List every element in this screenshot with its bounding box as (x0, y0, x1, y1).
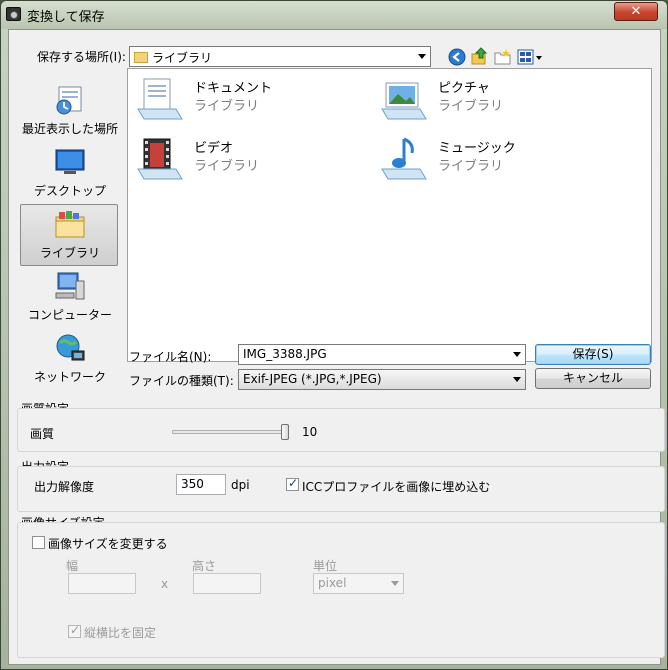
quality-slider-thumb[interactable] (281, 424, 289, 440)
cancel-button[interactable]: キャンセル (535, 368, 651, 389)
library-name: ピクチャ (438, 81, 490, 96)
resize-group: 画像サイズを変更する 幅 高さ 単位 x pixel 縦横比を固定 (17, 522, 665, 658)
save-location-value: ライブラリ (152, 51, 213, 65)
width-label: 幅 (66, 559, 79, 573)
height-input[interactable] (193, 573, 261, 594)
unit-value: pixel (318, 576, 347, 590)
view-menu-icon[interactable] (517, 48, 545, 66)
libraries-icon (55, 211, 85, 238)
place-label: ネットワーク (33, 370, 106, 384)
quality-value: 10 (302, 425, 318, 439)
place-label: コンピューター (27, 308, 112, 322)
network-icon (56, 334, 85, 361)
close-button[interactable]: ✕ (614, 2, 658, 21)
folder-icon (134, 52, 148, 63)
times-symbol: x (161, 577, 169, 591)
resize-checkbox[interactable] (32, 536, 45, 549)
width-input[interactable] (68, 573, 136, 594)
library-type: ライブラリ (194, 159, 260, 174)
save-button[interactable]: 保存(S) (535, 344, 651, 365)
window-title: 変換して保存 (27, 10, 105, 25)
chevron-down-icon (391, 581, 399, 586)
place-label: ライブラリ (39, 246, 100, 260)
music-library-icon (381, 137, 427, 180)
unit-label: 単位 (313, 559, 338, 573)
filetype-label: ファイルの種類(T): (129, 374, 234, 388)
save-dialog-window: 変換して保存 ✕ 保存する場所(I): ライブラリ 最近表示した場所 デスクトッ… (0, 0, 668, 670)
library-name: ミュージック (438, 141, 516, 156)
place-computer[interactable]: コンピューター (20, 266, 118, 328)
resize-checkbox-label: 画像サイズを変更する (48, 537, 168, 551)
filetype-value: Exif-JPEG (*.JPG,*.JPEG) (243, 372, 382, 386)
place-recent[interactable]: 最近表示した場所 (20, 80, 118, 142)
places-bar: 最近表示した場所 デスクトップ ライブラリ コンピューター ネットワーク (18, 68, 122, 388)
pictures-library-icon (381, 82, 427, 120)
icc-checkbox[interactable] (286, 476, 299, 491)
library-type: ライブラリ (438, 159, 504, 174)
library-type: ライブラリ (438, 99, 504, 114)
documents-library-icon (137, 78, 183, 120)
save-location-combo[interactable]: ライブラリ (129, 46, 431, 67)
library-type: ライブラリ (194, 99, 260, 114)
aspect-ratio-checkbox[interactable] (68, 623, 81, 638)
place-network[interactable]: ネットワーク (20, 328, 118, 390)
quality-group: 画質 10 (17, 408, 665, 452)
recent-places-icon (56, 86, 82, 115)
save-location-label: 保存する場所(I): (37, 50, 126, 64)
library-name: ドキュメント (194, 81, 273, 96)
place-label: デスクトップ (33, 184, 106, 198)
place-label: 最近表示した場所 (21, 122, 118, 136)
filename-input[interactable]: IMG_3388.JPG (238, 344, 526, 365)
back-icon[interactable] (448, 48, 466, 66)
resolution-label: 出力解像度 (34, 480, 95, 494)
filetype-select[interactable]: Exif-JPEG (*.JPG,*.JPEG) (238, 369, 526, 390)
videos-library-icon (137, 138, 183, 180)
filename-value: IMG_3388.JPG (243, 347, 327, 361)
height-label: 高さ (192, 559, 217, 573)
unit-select[interactable]: pixel (313, 573, 404, 594)
resolution-unit: dpi (231, 478, 250, 492)
dialog-client-area: 保存する場所(I): ライブラリ 最近表示した場所 デスクトップ ライブラリ コ… (8, 29, 665, 665)
aspect-ratio-label: 縦横比を固定 (84, 626, 157, 640)
up-folder-icon[interactable] (471, 47, 489, 65)
filename-label: ファイル名(N): (129, 350, 212, 364)
quality-label: 画質 (30, 427, 55, 441)
list-item[interactable]: ビデオ ライブラリ (136, 135, 356, 187)
icc-label: ICCプロファイルを画像に埋め込む (302, 480, 491, 494)
new-folder-icon[interactable] (494, 48, 512, 66)
place-libraries[interactable]: ライブラリ (20, 204, 118, 266)
file-list[interactable]: ドキュメント ライブラリ ピクチャ ライブラリ ビデオ ライブラリ ミュージック… (127, 68, 652, 362)
output-group: 出力解像度 350 dpi ICCプロファイルを画像に埋め込む (17, 466, 665, 512)
desktop-icon (55, 149, 85, 174)
list-item[interactable]: ドキュメント ライブラリ (136, 75, 356, 127)
camera-app-icon (6, 7, 21, 21)
resolution-input[interactable]: 350 (176, 474, 226, 495)
list-item[interactable]: ピクチャ ライブラリ (380, 75, 600, 127)
chevron-down-icon[interactable] (513, 352, 521, 357)
computer-icon (55, 272, 85, 300)
chevron-down-icon (513, 377, 521, 382)
list-item[interactable]: ミュージック ライブラリ (380, 135, 600, 187)
place-desktop[interactable]: デスクトップ (20, 142, 118, 204)
quality-slider-track[interactable] (172, 430, 286, 434)
chevron-down-icon (418, 54, 426, 59)
title-bar[interactable]: 変換して保存 ✕ (1, 1, 667, 29)
library-name: ビデオ (194, 141, 234, 156)
